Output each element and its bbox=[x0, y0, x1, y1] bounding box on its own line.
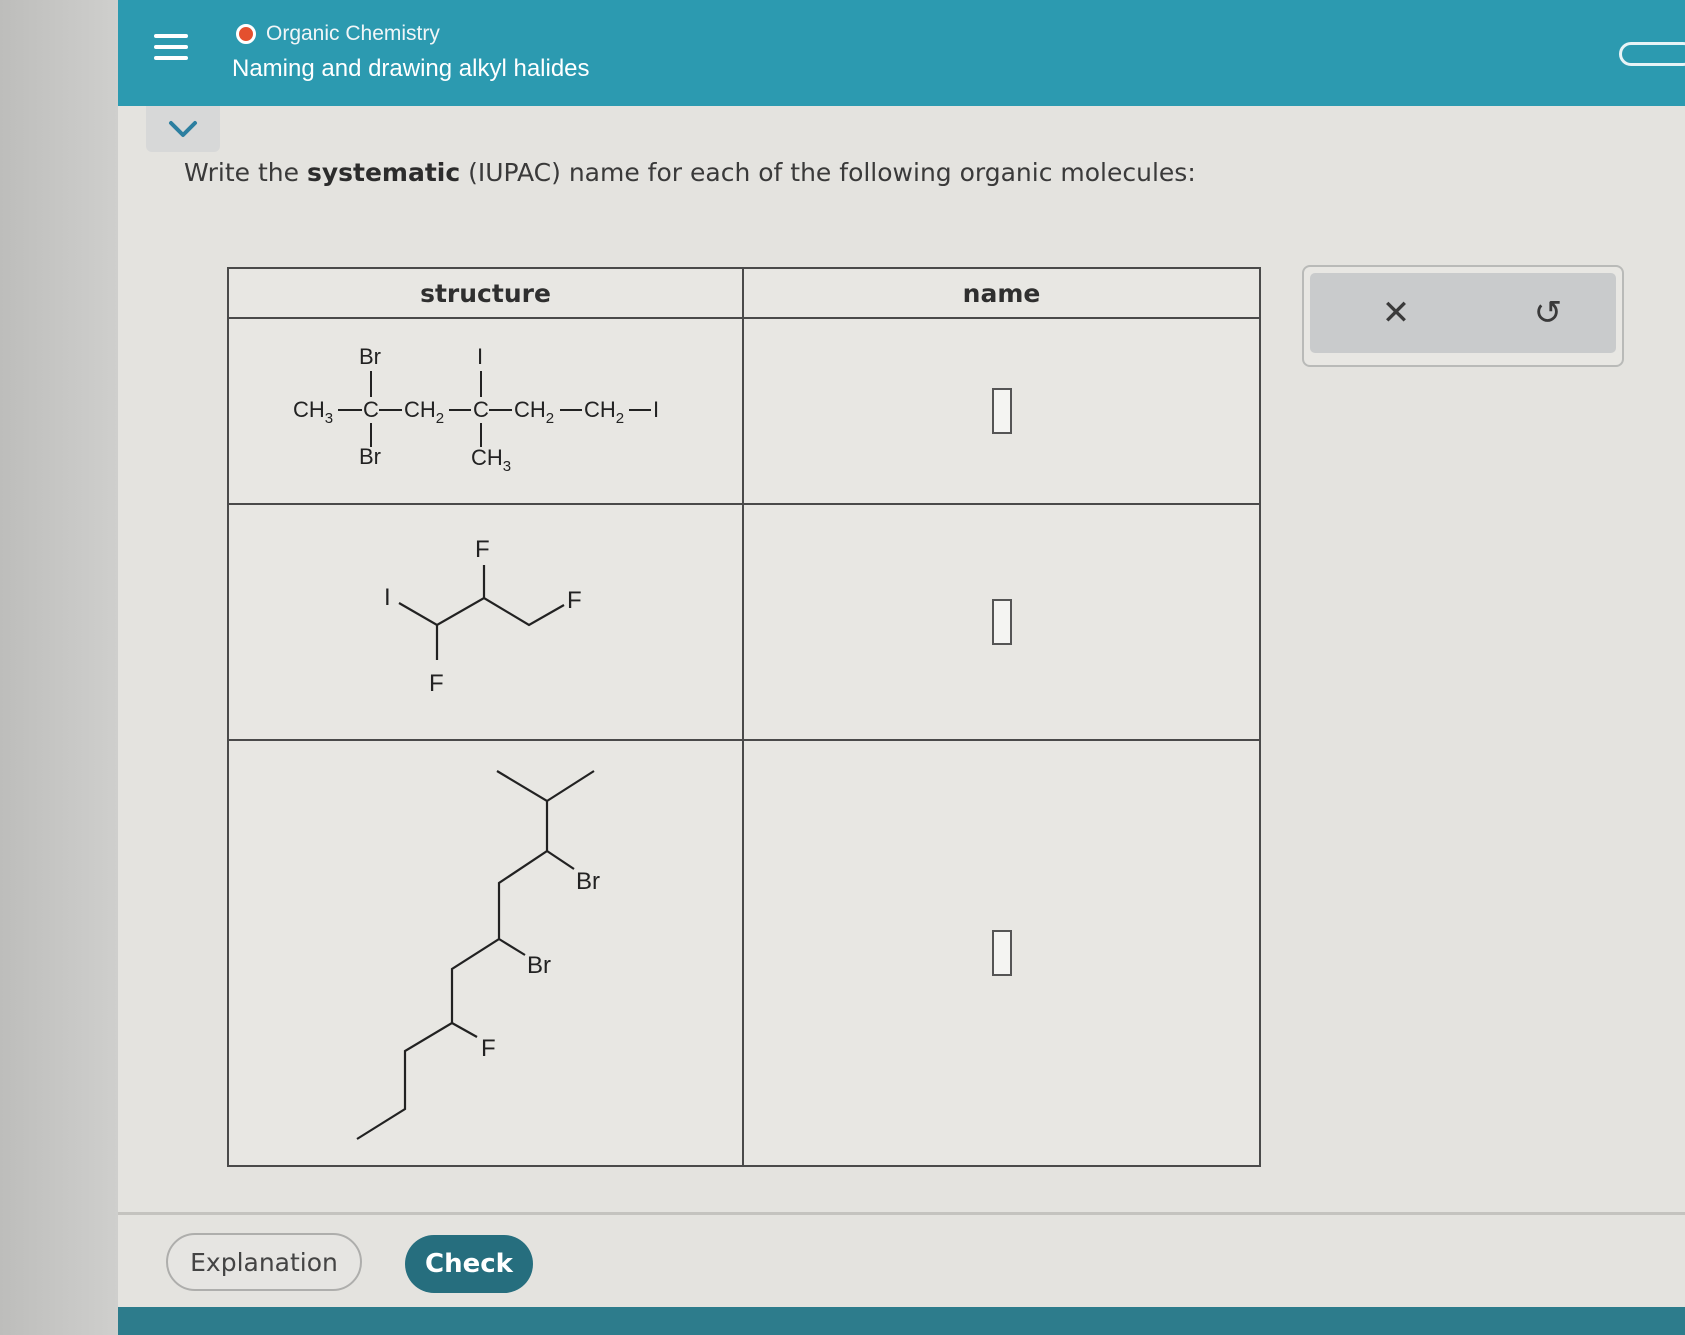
name-cell-2 bbox=[742, 503, 1261, 741]
skeletal-structure-3: Br Br F bbox=[356, 770, 600, 1140]
clear-button[interactable]: ✕ bbox=[1366, 283, 1426, 343]
footer-divider bbox=[118, 1212, 1685, 1215]
structure-cell-3: Br Br F bbox=[227, 739, 744, 1167]
status-dot-icon bbox=[236, 24, 256, 44]
explanation-button[interactable]: Explanation bbox=[166, 1233, 362, 1291]
structure-cell-2: I F F F bbox=[227, 503, 744, 741]
label-f: F bbox=[481, 1035, 496, 1062]
header-name: name bbox=[742, 267, 1261, 319]
left-margin bbox=[0, 0, 118, 1335]
name-cell-3 bbox=[742, 739, 1261, 1167]
label-i: I bbox=[384, 584, 391, 611]
condensed-structure-1: CH3 C CH2 C CH2 CH2 I Br Br I CH3 bbox=[293, 344, 659, 475]
progress-pill bbox=[1619, 42, 1685, 66]
c2-bottom-br: Br bbox=[359, 444, 381, 469]
prompt-suffix: (IUPAC) name for each of the following o… bbox=[460, 158, 1196, 187]
answer-tools-bar: ✕ ↺ bbox=[1310, 273, 1616, 353]
c4-bottom-ch3: CH3 bbox=[471, 445, 511, 475]
table-row: I F F F bbox=[227, 503, 1261, 741]
check-button[interactable]: Check bbox=[405, 1235, 533, 1293]
course-breadcrumb: Organic Chemistry bbox=[236, 22, 440, 46]
chain-ch2-c: CH2 bbox=[584, 397, 624, 427]
chain-ch3: CH3 bbox=[293, 397, 333, 427]
close-icon: ✕ bbox=[1381, 293, 1411, 333]
table-row: CH3 C CH2 C CH2 CH2 I Br Br I CH3 bbox=[227, 317, 1261, 505]
topic-title: Naming and drawing alkyl halides bbox=[232, 55, 590, 82]
label-br-upper: Br bbox=[576, 868, 600, 895]
prompt-bold: systematic bbox=[306, 158, 461, 187]
table-header-row: structure name bbox=[227, 267, 1261, 319]
chain-ch2-a: CH2 bbox=[404, 397, 444, 427]
label-f-right: F bbox=[567, 587, 582, 614]
chevron-down-icon bbox=[169, 121, 197, 137]
undo-button[interactable]: ↺ bbox=[1518, 283, 1578, 343]
course-label: Organic Chemistry bbox=[266, 22, 440, 45]
chain-iodine: I bbox=[653, 397, 659, 422]
question-table: structure name CH3 C CH2 C CH2 CH2 I Br … bbox=[227, 267, 1261, 1167]
prompt-prefix: Write the bbox=[184, 158, 307, 187]
name-input-3[interactable] bbox=[991, 930, 1012, 976]
undo-icon: ↺ bbox=[1533, 293, 1563, 333]
chain-c4: C bbox=[473, 397, 489, 422]
c2-top-br: Br bbox=[359, 344, 381, 369]
chain-c2: C bbox=[363, 397, 379, 422]
table-row: Br Br F bbox=[227, 739, 1261, 1167]
name-input-2[interactable] bbox=[991, 599, 1012, 645]
c4-top-i: I bbox=[477, 344, 483, 369]
skeletal-structure-2: I F F F bbox=[384, 536, 582, 697]
chain-ch2-b: CH2 bbox=[514, 397, 554, 427]
bottom-bar bbox=[118, 1307, 1685, 1335]
label-br-lower: Br bbox=[527, 952, 551, 979]
label-f-top: F bbox=[475, 536, 490, 563]
name-cell-1 bbox=[742, 317, 1261, 505]
question-prompt: Write the systematic (IUPAC) name for ea… bbox=[184, 158, 1196, 187]
answer-tools: ✕ ↺ bbox=[1302, 265, 1624, 367]
header-structure: structure bbox=[227, 267, 744, 319]
name-input-1[interactable] bbox=[991, 388, 1012, 434]
structure-cell-1: CH3 C CH2 C CH2 CH2 I Br Br I CH3 bbox=[227, 317, 744, 505]
label-f-bottom: F bbox=[429, 670, 444, 697]
top-bar: Organic Chemistry Naming and drawing alk… bbox=[118, 0, 1685, 106]
collapse-toggle[interactable] bbox=[146, 106, 220, 152]
app-window: Organic Chemistry Naming and drawing alk… bbox=[118, 0, 1685, 1335]
menu-icon[interactable] bbox=[152, 30, 192, 66]
